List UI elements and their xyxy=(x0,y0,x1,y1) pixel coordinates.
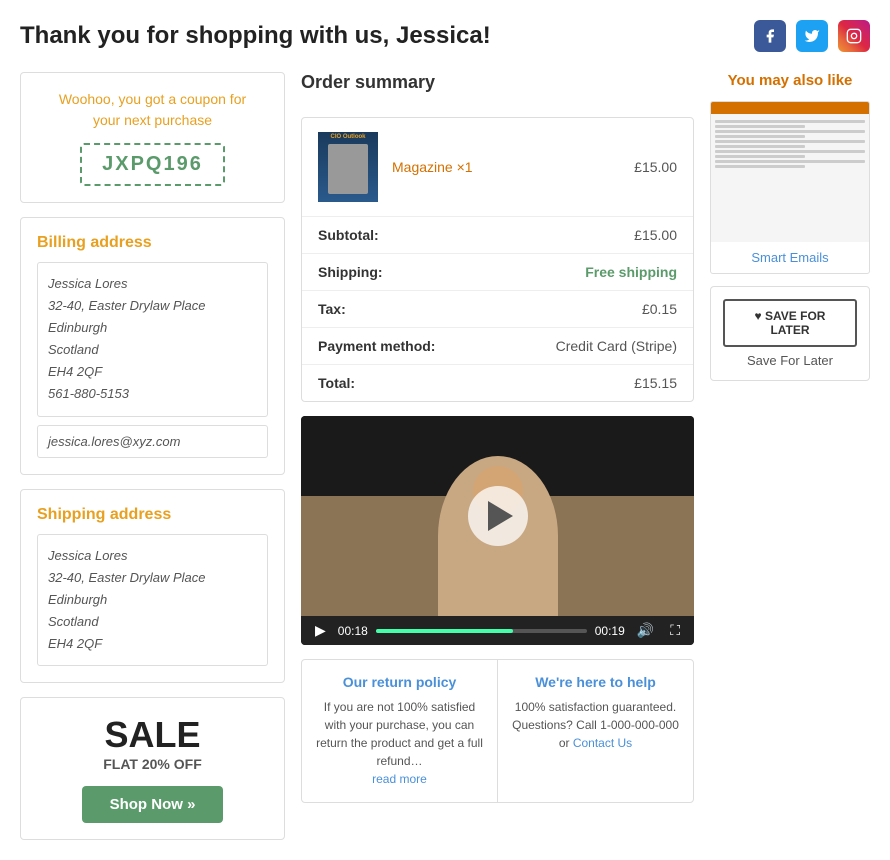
preview-line xyxy=(715,135,805,138)
sale-title: SALE xyxy=(37,714,268,756)
shipping-region: Scotland xyxy=(48,611,257,633)
sale-subtitle: FLAT 20% OFF xyxy=(37,756,268,772)
shipping-city: Edinburgh xyxy=(48,589,257,611)
center-column: Order summary CIO Outlook Magazine ×1 £1… xyxy=(301,72,694,840)
order-summary-title: Order summary xyxy=(301,72,694,93)
preview-content-lines xyxy=(711,114,869,174)
product-price: £15.00 xyxy=(634,159,677,175)
tax-label: Tax: xyxy=(318,301,346,317)
product-name: Magazine ×1 xyxy=(392,159,634,175)
save-for-later-label: Save For Later xyxy=(723,353,857,368)
social-icons xyxy=(754,20,870,52)
preview-line xyxy=(715,125,805,128)
left-column: Woohoo, you got a coupon for your next p… xyxy=(20,72,285,840)
you-may-also-like-title: You may also like xyxy=(710,72,870,89)
video-mute-button[interactable]: 🔊 xyxy=(633,622,658,639)
preview-line xyxy=(715,140,865,143)
twitter-icon[interactable] xyxy=(796,20,828,52)
shop-now-button[interactable]: Shop Now » xyxy=(82,786,224,823)
product-row: CIO Outlook Magazine ×1 £15.00 xyxy=(302,118,693,217)
billing-phone: 561-880-5153 xyxy=(48,383,257,405)
preview-line xyxy=(715,120,865,123)
billing-email: jessica.lores@xyz.com xyxy=(37,425,268,458)
billing-name: Jessica Lores xyxy=(48,273,257,295)
video-fullscreen-button[interactable]: ⛶ xyxy=(666,622,684,639)
preview-line xyxy=(715,155,805,158)
payment-label: Payment method: xyxy=(318,338,435,354)
video-progress-fill xyxy=(376,629,513,633)
billing-address: Jessica Lores 32-40, Easter Drylaw Place… xyxy=(37,262,268,417)
page-header: Thank you for shopping with us, Jessica! xyxy=(20,20,870,52)
video-progress-bar[interactable] xyxy=(376,629,587,633)
subtotal-value: £15.00 xyxy=(634,227,677,243)
product-image: CIO Outlook xyxy=(318,132,378,202)
billing-title: Billing address xyxy=(37,234,268,252)
payment-row: Payment method: Credit Card (Stripe) xyxy=(302,328,693,365)
video-frame xyxy=(301,416,694,616)
total-row: Total: £15.15 xyxy=(302,365,693,401)
total-value: £15.15 xyxy=(634,375,677,391)
shipping-title: Shipping address xyxy=(37,506,268,524)
video-time-total: 00:19 xyxy=(595,624,625,638)
product-preview: Smart Emails xyxy=(710,101,870,274)
instagram-icon[interactable] xyxy=(838,20,870,52)
page-title: Thank you for shopping with us, Jessica! xyxy=(20,22,491,50)
shipping-address1: 32-40, Easter Drylaw Place xyxy=(48,567,257,589)
help-panel: We're here to help 100% satisfaction gua… xyxy=(498,660,693,802)
return-policy-title: Our return policy xyxy=(316,674,483,690)
preview-line xyxy=(715,165,805,168)
preview-line xyxy=(715,160,865,163)
save-for-later-panel: ♥ SAVE FOR LATER Save For Later xyxy=(710,286,870,381)
preview-line xyxy=(715,150,865,153)
subtotal-row: Subtotal: £15.00 xyxy=(302,217,693,254)
subtotal-label: Subtotal: xyxy=(318,227,379,243)
product-preview-image xyxy=(711,102,869,242)
coupon-code[interactable]: JXPQ196 xyxy=(80,143,225,186)
help-text: 100% satisfaction guaranteed. Questions?… xyxy=(512,698,679,752)
right-sidebar: You may also like xyxy=(710,72,870,840)
billing-panel: Billing address Jessica Lores 32-40, Eas… xyxy=(20,217,285,475)
video-play-button[interactable] xyxy=(468,486,528,546)
product-preview-label: Smart Emails xyxy=(711,242,869,273)
shipping-postcode: EH4 2QF xyxy=(48,633,257,655)
preview-header-bar xyxy=(711,102,869,114)
preview-line xyxy=(715,130,865,133)
billing-region: Scotland xyxy=(48,339,257,361)
video-time-current: 00:18 xyxy=(338,624,368,638)
main-content: Woohoo, you got a coupon for your next p… xyxy=(20,72,870,840)
shipping-label: Shipping: xyxy=(318,264,383,280)
tax-row: Tax: £0.15 xyxy=(302,291,693,328)
play-triangle-icon xyxy=(488,501,513,531)
billing-address1: 32-40, Easter Drylaw Place xyxy=(48,295,257,317)
video-play-control[interactable]: ▶ xyxy=(311,622,330,639)
shipping-name: Jessica Lores xyxy=(48,545,257,567)
facebook-icon[interactable] xyxy=(754,20,786,52)
video-controls: ▶ 00:18 00:19 🔊 ⛶ xyxy=(301,616,694,645)
return-policy-panel: Our return policy If you are not 100% sa… xyxy=(302,660,498,802)
shipping-row: Shipping: Free shipping xyxy=(302,254,693,291)
contact-us-link[interactable]: Contact Us xyxy=(573,736,632,750)
help-title: We're here to help xyxy=(512,674,679,690)
shipping-panel: Shipping address Jessica Lores 32-40, Ea… xyxy=(20,489,285,683)
shipping-address: Jessica Lores 32-40, Easter Drylaw Place… xyxy=(37,534,268,666)
coupon-panel: Woohoo, you got a coupon for your next p… xyxy=(20,72,285,203)
preview-line xyxy=(715,145,805,148)
shipping-value: Free shipping xyxy=(585,264,677,280)
tax-value: £0.15 xyxy=(642,301,677,317)
billing-postcode: EH4 2QF xyxy=(48,361,257,383)
info-row: Our return policy If you are not 100% sa… xyxy=(301,659,694,803)
payment-value: Credit Card (Stripe) xyxy=(556,338,677,354)
coupon-text: Woohoo, you got a coupon for your next p… xyxy=(37,89,268,131)
billing-city: Edinburgh xyxy=(48,317,257,339)
return-policy-link[interactable]: read more xyxy=(372,772,427,786)
order-summary-panel: CIO Outlook Magazine ×1 £15.00 Subtotal:… xyxy=(301,117,694,402)
sale-panel: SALE FLAT 20% OFF Shop Now » xyxy=(20,697,285,840)
save-for-later-button[interactable]: ♥ SAVE FOR LATER xyxy=(723,299,857,347)
video-section: ▶ 00:18 00:19 🔊 ⛶ xyxy=(301,416,694,645)
total-label: Total: xyxy=(318,375,355,391)
